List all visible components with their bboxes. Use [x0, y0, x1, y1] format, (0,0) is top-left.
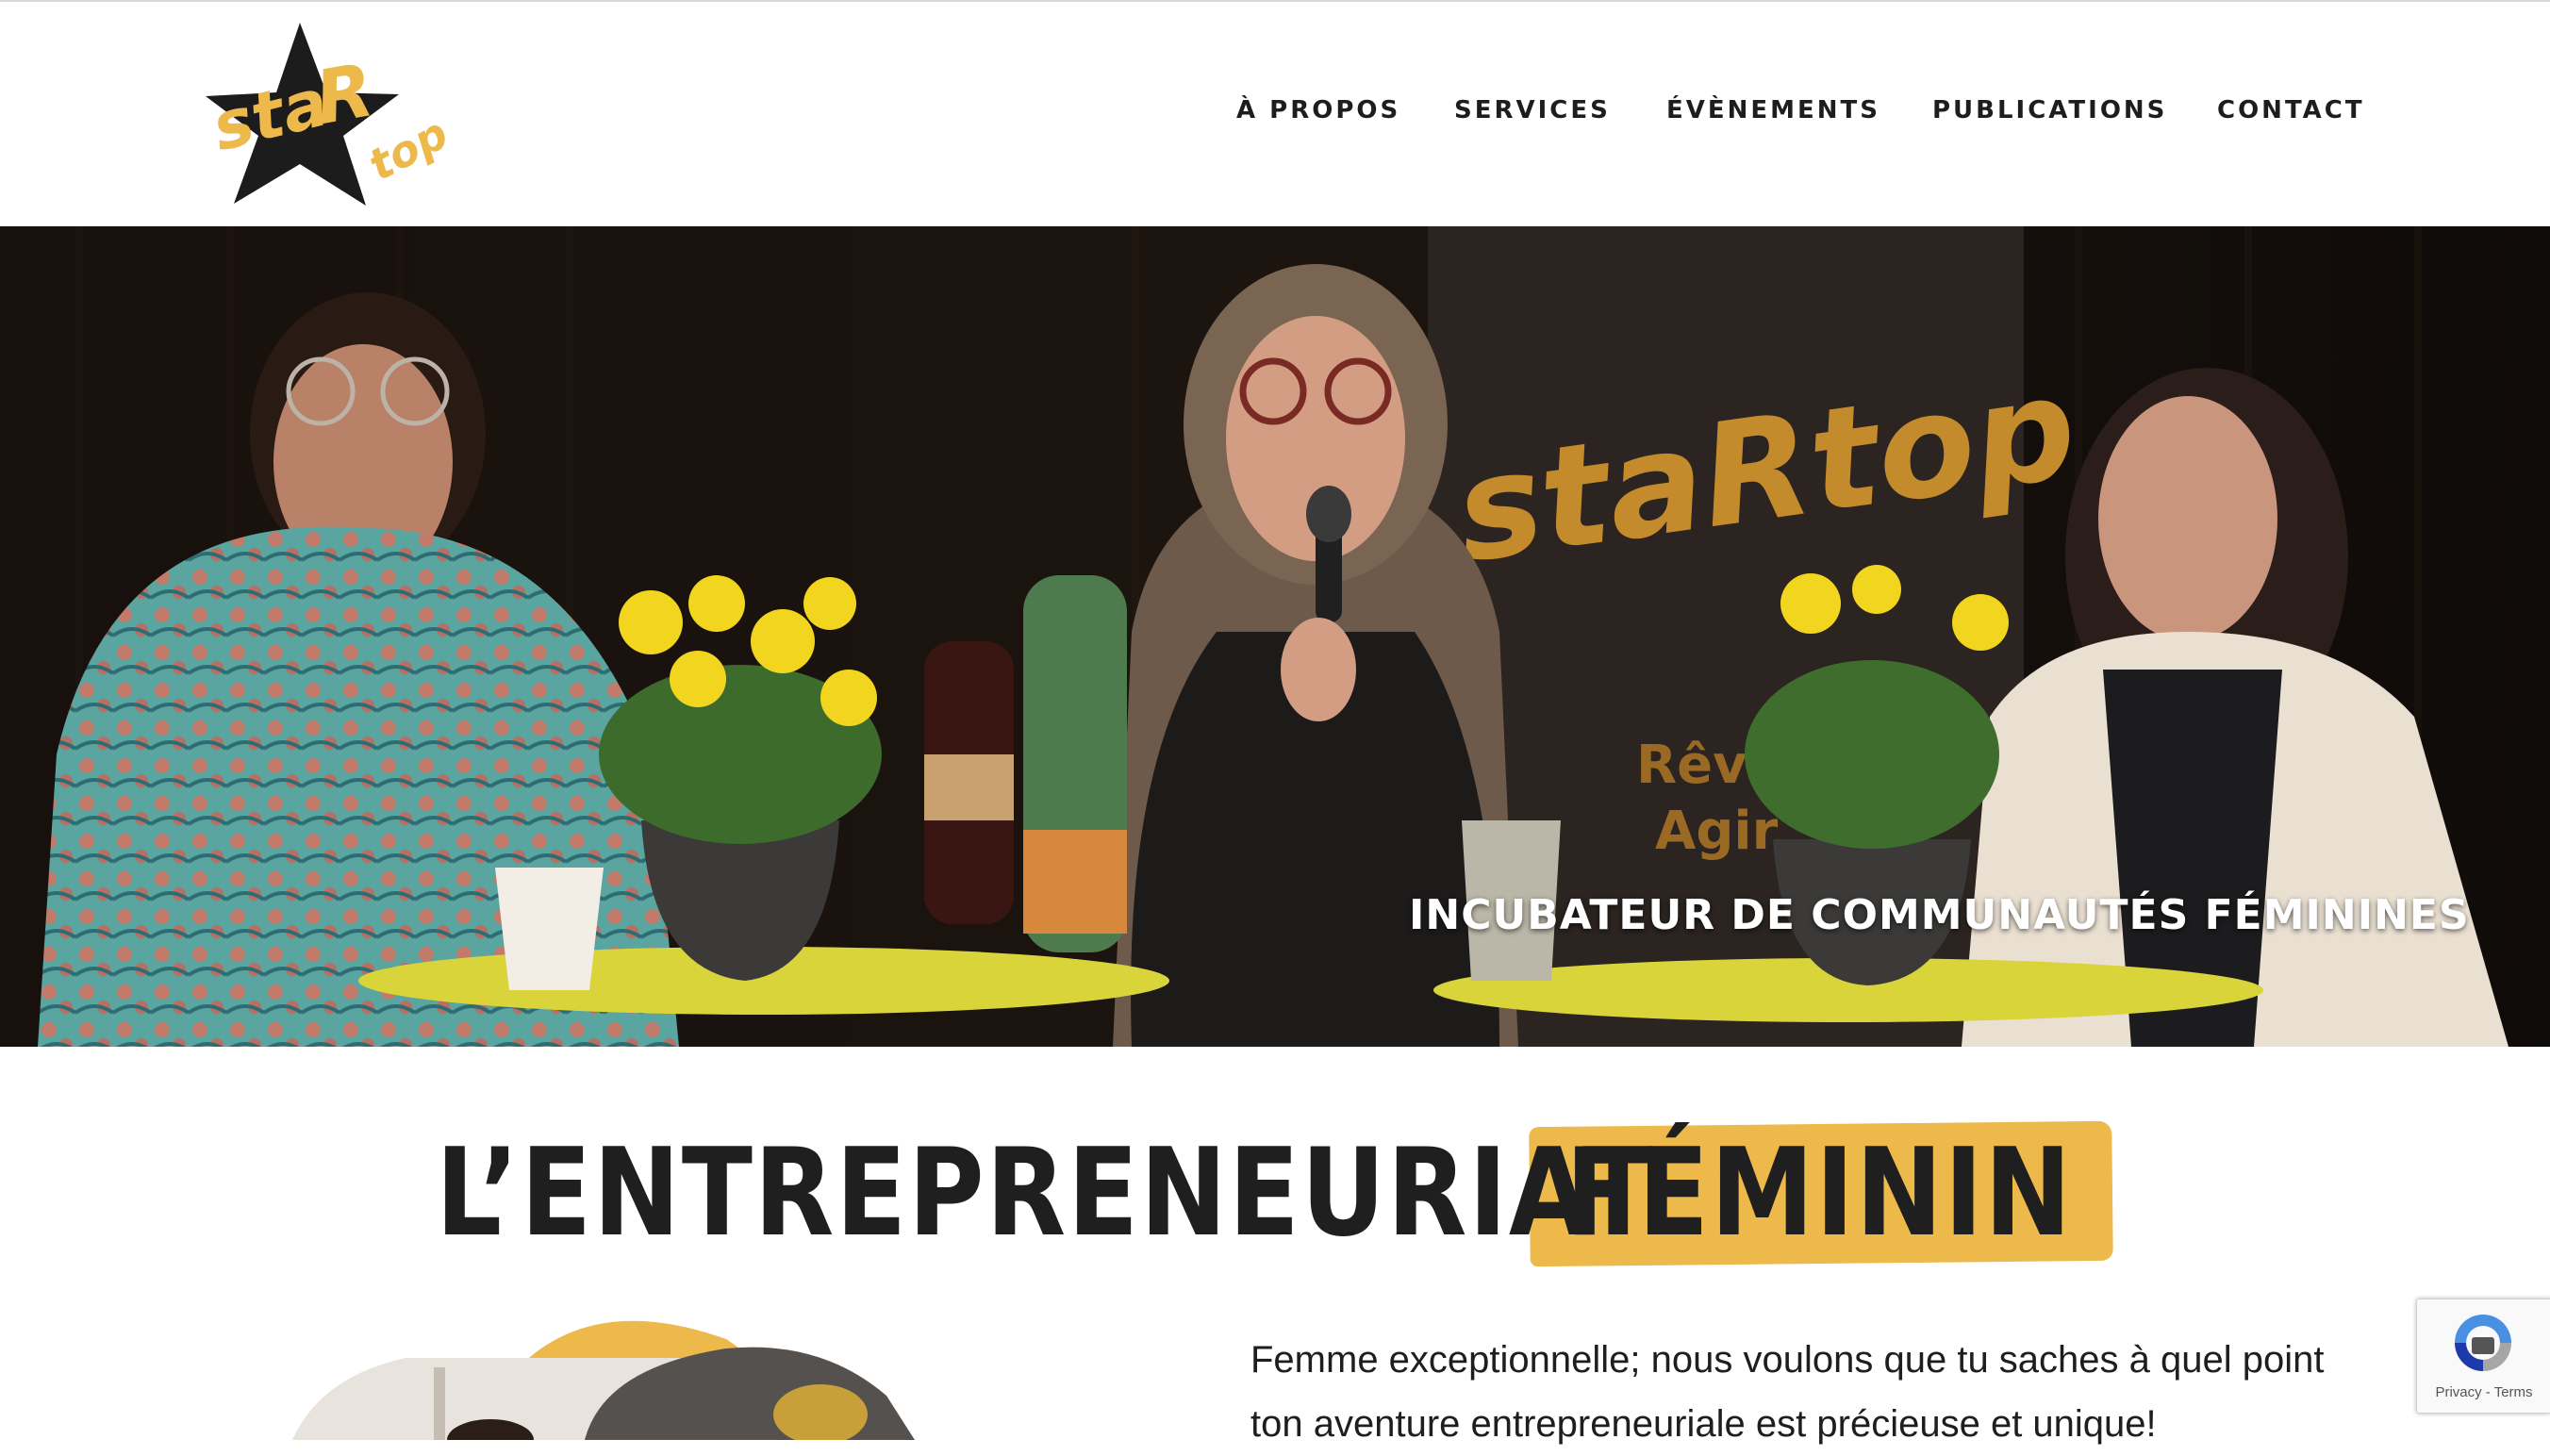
- recaptcha-separator: -: [2481, 1384, 2494, 1400]
- heading-part-feminin: FÉMININ: [1565, 1123, 2074, 1264]
- main-navigation: À PROPOS SERVICES ÉVÈNEMENTS PUBLICATION…: [0, 96, 2550, 134]
- nav-item-publications[interactable]: PUBLICATIONS: [1932, 96, 2167, 124]
- recaptcha-privacy-link[interactable]: Privacy: [2435, 1384, 2481, 1400]
- nav-item-contact[interactable]: CONTACT: [2217, 96, 2365, 124]
- nav-item-evenements[interactable]: ÉVÈNEMENTS: [1666, 96, 1880, 124]
- intro-line-1: Femme exceptionnelle; nous voulons que t…: [1250, 1339, 2325, 1381]
- banner-text-agir: Agir: [1655, 801, 1779, 862]
- recaptcha-badge[interactable]: Privacy - Terms: [2416, 1299, 2550, 1414]
- site-header: sta R top À PROPOS SERVICES ÉVÈNEMENTS P…: [0, 0, 2550, 226]
- nav-item-services[interactable]: SERVICES: [1454, 96, 1611, 124]
- recaptcha-terms-link[interactable]: Terms: [2494, 1384, 2533, 1400]
- intro-photo-collage: [292, 1320, 915, 1440]
- heading-part-entrepreneuriat: L’ENTREPRENEURIAT: [436, 1123, 1656, 1264]
- paper-cup: [495, 868, 604, 990]
- section-heading: L’ENTREPRENEURIAT FÉMININ: [0, 1113, 2550, 1273]
- nav-item-a-propos[interactable]: À PROPOS: [1236, 96, 1400, 124]
- intro-paragraph: Femme exceptionnelle; nous voulons que t…: [1250, 1328, 2335, 1456]
- hero-caption: INCUBATEUR DE COMMUNAUTÉS FÉMININES: [1409, 891, 2470, 939]
- recaptcha-links: Privacy - Terms: [2417, 1384, 2550, 1400]
- intro-line-2: ton aventure entrepreneuriale est précie…: [1250, 1403, 2157, 1445]
- recaptcha-icon: [2455, 1315, 2511, 1371]
